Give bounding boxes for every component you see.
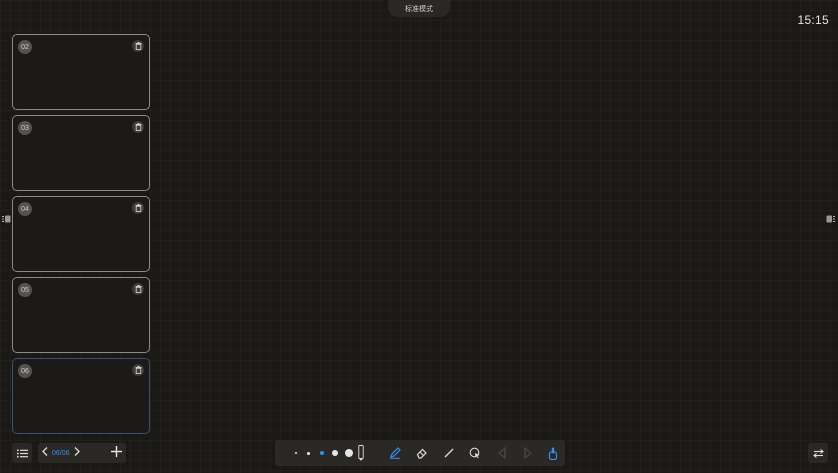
page-thumbnail-05[interactable]: 05 bbox=[12, 277, 150, 353]
pencil-icon bbox=[358, 445, 364, 461]
left-edge-handle[interactable] bbox=[2, 214, 11, 224]
page-thumbnail-02[interactable]: 02 bbox=[12, 34, 150, 110]
delete-page-button[interactable] bbox=[132, 283, 144, 295]
pen-size-1[interactable] bbox=[295, 452, 297, 454]
mode-label: 标准模式 bbox=[405, 5, 433, 13]
trash-icon bbox=[135, 285, 141, 293]
chevron-left-icon bbox=[42, 447, 48, 456]
clock: 15:15 bbox=[797, 13, 829, 27]
trash-icon bbox=[135, 204, 141, 212]
eraser-icon bbox=[416, 448, 427, 459]
page-number: 06 bbox=[18, 364, 32, 378]
pen-icon bbox=[390, 447, 401, 459]
lasso-select-icon bbox=[469, 447, 480, 459]
pen-size-5[interactable] bbox=[345, 449, 353, 457]
eraser-tool-button[interactable] bbox=[414, 445, 430, 461]
side-menu-icon bbox=[826, 215, 835, 223]
page-number: 02 bbox=[18, 40, 32, 54]
page-list-button[interactable] bbox=[12, 443, 32, 463]
mode-tab[interactable]: 标准模式 bbox=[388, 0, 450, 17]
pen-tool-button[interactable] bbox=[387, 445, 403, 461]
pen-size-4[interactable] bbox=[332, 450, 338, 456]
next-page-button[interactable] bbox=[74, 447, 80, 459]
chevron-right-icon bbox=[74, 447, 80, 456]
undo-button[interactable] bbox=[494, 445, 510, 461]
line-tool-button[interactable] bbox=[441, 445, 457, 461]
touch-hand-icon bbox=[548, 447, 558, 460]
pen-size-3-selected[interactable] bbox=[320, 451, 324, 455]
page-number: 03 bbox=[18, 121, 32, 135]
side-menu-icon bbox=[2, 215, 11, 223]
prev-page-button[interactable] bbox=[42, 447, 48, 459]
page-number: 04 bbox=[18, 202, 32, 216]
undo-icon bbox=[498, 447, 506, 459]
touch-mode-button[interactable] bbox=[545, 445, 561, 461]
page-thumbnail-04[interactable]: 04 bbox=[12, 196, 150, 272]
page-number: 05 bbox=[18, 283, 32, 297]
page-navigator: 06/06 bbox=[38, 443, 126, 463]
pen-size-2[interactable] bbox=[307, 451, 310, 455]
plus-icon bbox=[111, 446, 122, 457]
select-tool-button[interactable] bbox=[467, 445, 483, 461]
page-indicator: 06/06 bbox=[52, 449, 70, 457]
trash-icon bbox=[135, 42, 141, 50]
trash-icon bbox=[135, 123, 141, 131]
page-thumbnail-03[interactable]: 03 bbox=[12, 115, 150, 191]
right-edge-handle[interactable] bbox=[826, 214, 835, 224]
redo-button[interactable] bbox=[520, 445, 536, 461]
delete-page-button[interactable] bbox=[132, 364, 144, 376]
delete-page-button[interactable] bbox=[132, 121, 144, 133]
swap-arrows-icon bbox=[812, 448, 824, 458]
redo-icon bbox=[524, 447, 532, 459]
switch-toolbar-side-button[interactable] bbox=[808, 443, 828, 463]
pen-color-button[interactable] bbox=[357, 445, 365, 461]
list-icon bbox=[16, 449, 28, 457]
line-icon bbox=[444, 448, 454, 458]
delete-page-button[interactable] bbox=[132, 202, 144, 214]
drawing-toolbar bbox=[275, 440, 565, 466]
delete-page-button[interactable] bbox=[132, 40, 144, 52]
trash-icon bbox=[135, 366, 141, 374]
page-thumbnail-06[interactable]: 06 bbox=[12, 358, 150, 434]
add-page-button[interactable] bbox=[111, 445, 122, 461]
